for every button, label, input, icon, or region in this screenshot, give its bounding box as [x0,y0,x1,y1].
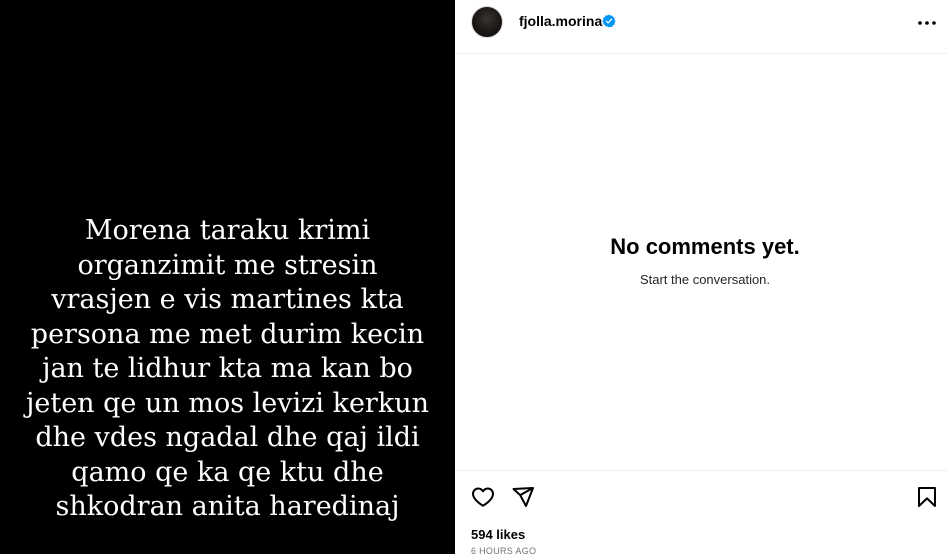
post-side-panel: fjolla.morina No comments yet. Start the… [455,0,947,554]
post-text-line: vrasjen e vis martines kta [51,284,404,315]
post-media: Morena taraku krimi organzimit me stresi… [0,0,455,554]
post-image-text: Morena taraku krimi organzimit me stresi… [0,214,455,525]
likes-count[interactable]: 594 likes [471,527,525,542]
empty-comments-title: No comments yet. [610,234,800,259]
heart-icon[interactable] [471,485,495,509]
more-options-icon[interactable] [915,14,939,32]
post-action-bar: 594 likes 6 HOURS AGO [455,470,947,554]
post-text-line: dhe vdes ngadal dhe qaj ildi [35,422,420,453]
avatar[interactable] [471,6,503,38]
post-text-line: jan te lidhur kta ma kan bo [42,353,413,384]
username-link[interactable]: fjolla.morina [519,13,602,29]
post-text-line: shkodran anita haredinaj [55,491,400,522]
post-header: fjolla.morina [455,0,947,54]
post-text-line: Morena taraku krimi [84,215,371,246]
share-icon[interactable] [511,485,535,509]
post-text-line: jeten qe un mos levizi kerkun [26,387,429,419]
comments-empty-state: No comments yet. Start the conversation. [455,234,947,287]
post-timestamp[interactable]: 6 HOURS AGO [471,546,536,554]
post-text-line: organzimit me stresin [77,249,378,281]
bookmark-icon[interactable] [915,485,939,509]
verified-badge-icon [602,14,616,28]
post-text-line: qamo qe ka qe ktu dhe [71,456,384,488]
post-text-line: persona me met durim kecin [30,318,425,350]
empty-comments-subtitle: Start the conversation. [639,272,771,287]
